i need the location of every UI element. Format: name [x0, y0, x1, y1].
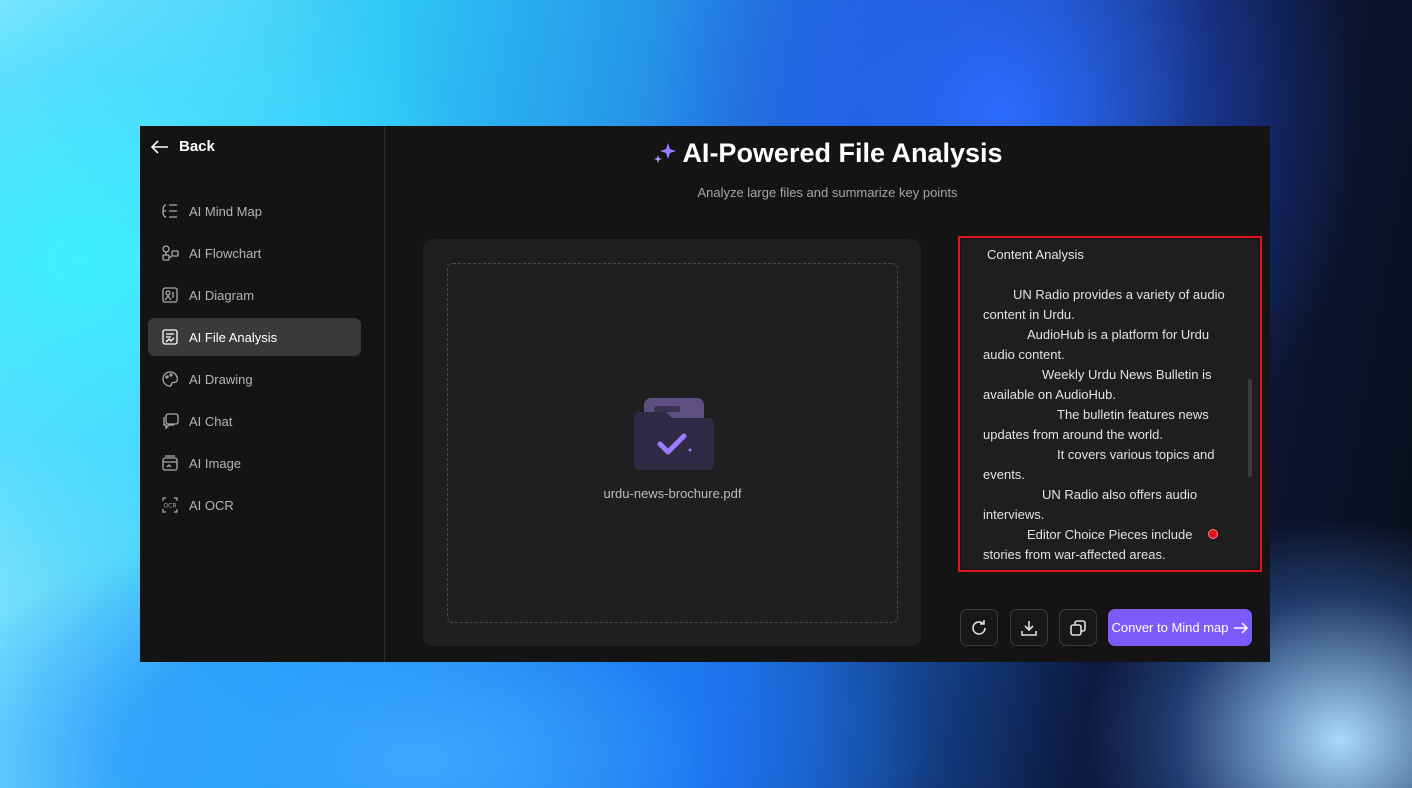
sidebar-item-image[interactable]: AI Image — [148, 444, 361, 482]
scrollbar[interactable] — [1248, 379, 1252, 477]
sidebar-item-label: AI Diagram — [189, 287, 255, 303]
analysis-paragraph: UN Radio provides a variety of audio con… — [983, 287, 1225, 322]
regenerate-button[interactable] — [960, 609, 998, 646]
image-icon — [161, 454, 179, 472]
file-analysis-icon — [161, 328, 179, 346]
page-subtitle: Analyze large files and summarize key po… — [697, 185, 958, 200]
download-button[interactable] — [1010, 609, 1048, 646]
recording-indicator — [1208, 529, 1218, 539]
back-button[interactable]: Back — [151, 138, 215, 155]
sidebar-item-chat[interactable]: AI Chat — [148, 402, 361, 440]
upload-card: urdu-news-brochure.pdf — [423, 239, 921, 646]
convert-to-mind-map-button[interactable]: Conver to Mind map — [1108, 609, 1252, 646]
sidebar-item-label: AI Mind Map — [189, 203, 262, 219]
mind-map-icon — [161, 202, 179, 220]
arrow-right-icon — [1233, 621, 1248, 634]
content-analysis-title: Content Analysis — [987, 247, 1084, 262]
palette-icon — [161, 370, 179, 388]
sidebar-item-label: AI OCR — [189, 497, 234, 513]
sparkle-icon — [654, 142, 677, 163]
content-analysis-highlight: Content Analysis UN Radio provides a var… — [958, 236, 1262, 572]
ocr-icon: OCR — [161, 496, 179, 514]
copy-button[interactable] — [1059, 609, 1097, 646]
copy-icon — [1070, 619, 1086, 636]
sidebar-item-diagram[interactable]: AI Diagram — [148, 276, 361, 314]
file-name: urdu-news-brochure.pdf — [603, 486, 742, 501]
back-label: Back — [179, 138, 215, 155]
analysis-paragraph: It covers various topics and events. — [983, 447, 1215, 482]
svg-text:OCR: OCR — [163, 503, 176, 510]
sidebar: Back AI Mind Map AI Flowchart AI Diagram… — [140, 126, 385, 662]
content-analysis-panel[interactable]: Content Analysis UN Radio provides a var… — [961, 239, 1259, 569]
download-icon — [1021, 620, 1037, 636]
analysis-paragraph: UN Radio also offers audio interviews. — [983, 487, 1198, 522]
analysis-paragraph: The bulletin features news updates from … — [983, 407, 1209, 442]
sidebar-item-mind-map[interactable]: AI Mind Map — [148, 192, 361, 230]
analysis-paragraph: UN News Headlines provide daily — [983, 565, 1227, 569]
chat-icon — [161, 412, 179, 430]
sidebar-item-drawing[interactable]: AI Drawing — [148, 360, 361, 398]
content-analysis-text[interactable]: UN Radio provides a variety of audio con… — [983, 285, 1227, 569]
arrow-left-icon — [151, 139, 168, 154]
sidebar-item-label: AI Chat — [189, 413, 233, 429]
sidebar-item-label: AI Flowchart — [189, 245, 262, 261]
sidebar-nav: AI Mind Map AI Flowchart AI Diagram AI F… — [148, 192, 361, 528]
sidebar-item-flowchart[interactable]: AI Flowchart — [148, 234, 361, 272]
sidebar-item-label: AI File Analysis — [189, 329, 278, 345]
analysis-paragraph: AudioHub is a platform for Urdu audio co… — [983, 327, 1210, 362]
sidebar-item-ocr[interactable]: OCR AI OCR — [148, 486, 361, 524]
page-title: AI-Powered File Analysis — [385, 138, 1270, 169]
sidebar-item-label: AI Drawing — [189, 371, 253, 387]
folder-check-icon — [634, 398, 714, 470]
page-title-text: AI-Powered File Analysis — [682, 138, 1003, 168]
refresh-icon — [972, 619, 986, 635]
diagram-icon — [161, 286, 179, 304]
analysis-paragraph: Weekly Urdu News Bulletin is available o… — [983, 367, 1212, 402]
sidebar-item-label: AI Image — [189, 455, 242, 471]
main-content: AI-Powered File Analysis Analyze large f… — [385, 126, 1270, 662]
app-window: Back AI Mind Map AI Flowchart AI Diagram… — [140, 126, 1270, 662]
analysis-paragraph: Editor Choice Pieces include stories fro… — [983, 527, 1193, 562]
file-drop-zone[interactable]: urdu-news-brochure.pdf — [447, 263, 898, 623]
sidebar-item-file-analysis[interactable]: AI File Analysis — [148, 318, 361, 356]
flowchart-icon — [161, 244, 179, 262]
convert-label: Conver to Mind map — [1111, 620, 1229, 635]
